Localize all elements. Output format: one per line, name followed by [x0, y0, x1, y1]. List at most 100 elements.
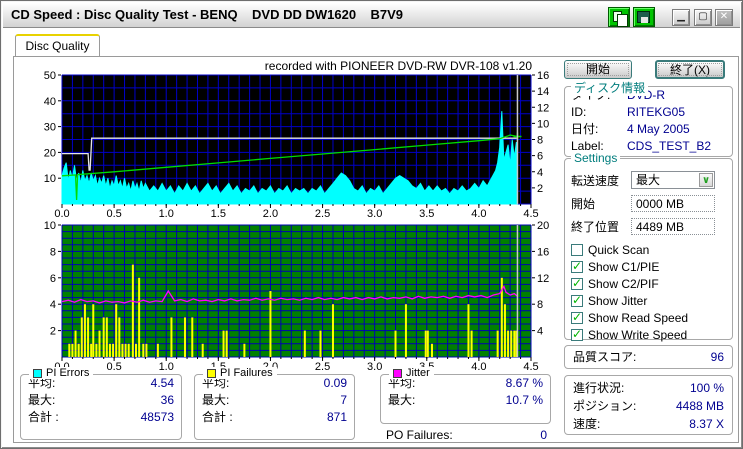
po-failures-value: 0	[540, 428, 547, 442]
svg-text:1.0: 1.0	[159, 208, 174, 220]
copy-button[interactable]	[608, 7, 630, 27]
svg-text:2.5: 2.5	[315, 208, 330, 220]
app-window: CD Speed : Disc Quality Test - BENQ DVD …	[0, 0, 743, 449]
checkbox-icon	[571, 259, 583, 273]
jitter-statbox: Jitter 平均: 8.67 % 最大: 10.7 %	[380, 367, 551, 424]
pi-failures-swatch-icon	[207, 368, 216, 378]
svg-text:40: 40	[44, 96, 56, 108]
start-position-input[interactable]	[631, 195, 715, 212]
end-position-input[interactable]	[631, 218, 715, 235]
progress-row: ポジション: 4488 MB	[573, 399, 724, 413]
quality-score-value: 96	[710, 350, 724, 364]
show-jitter-checkbox[interactable]: Show Jitter	[565, 293, 732, 309]
start-position-label: 開始	[571, 197, 596, 211]
jitter-swatch-icon	[393, 368, 402, 378]
stat-row: 合計 :871	[202, 410, 347, 424]
svg-text:8: 8	[537, 299, 543, 311]
svg-text:4: 4	[537, 326, 543, 338]
svg-text:2: 2	[537, 183, 543, 195]
control-panel: 開始 終了(X) ディスク情報 タイプ:DVD-R ID:RITEKG05 日付…	[564, 57, 737, 443]
svg-text:12: 12	[537, 273, 549, 285]
svg-text:4: 4	[50, 299, 56, 311]
svg-text:20: 20	[44, 147, 56, 159]
titlebar: CD Speed : Disc Quality Test - BENQ DVD …	[3, 3, 740, 28]
transfer-speed-select[interactable]: 最大 ∨	[631, 171, 715, 189]
disc-info-groupbox: ディスク情報 タイプ:DVD-R ID:RITEKG05 日付:4 May 20…	[564, 79, 733, 157]
end-position-label: 終了位置	[571, 220, 620, 234]
svg-text:4.5: 4.5	[523, 208, 538, 220]
stat-row: 合計 :48573	[28, 410, 174, 424]
save-button[interactable]	[633, 7, 655, 27]
svg-text:14: 14	[537, 86, 549, 98]
svg-text:20: 20	[537, 220, 549, 232]
copy-pages-icon	[613, 11, 628, 27]
svg-text:16: 16	[537, 70, 549, 82]
po-failures-row: PO Failures: 0	[386, 428, 547, 442]
minimize-button[interactable]: ▁	[672, 9, 690, 26]
checkbox-icon	[571, 244, 583, 256]
show-c2-pif-checkbox[interactable]: Show C2/PIF	[565, 276, 732, 292]
svg-text:10: 10	[537, 118, 549, 130]
svg-text:30: 30	[44, 122, 56, 134]
svg-text:3.0: 3.0	[367, 361, 382, 373]
pi-errors-statbox: PI Errors 平均: 4.54 最大: 36 合計 :48573	[20, 367, 182, 440]
chevron-down-icon[interactable]: ∨	[699, 173, 713, 187]
svg-text:4.0: 4.0	[471, 361, 486, 373]
pi-errors-legend-label: PI Errors	[46, 367, 90, 379]
checkbox-icon	[571, 293, 583, 307]
svg-text:2.0: 2.0	[263, 208, 278, 220]
svg-text:12: 12	[537, 102, 549, 114]
svg-text:0.5: 0.5	[106, 361, 121, 373]
pi-failures-legend-label: PI Failures	[220, 367, 273, 379]
po-failures-label: PO Failures:	[386, 428, 453, 442]
checkbox-icon	[571, 276, 583, 290]
svg-text:8: 8	[50, 246, 56, 258]
show-write-speed-checkbox[interactable]: Show Write Speed	[565, 327, 732, 343]
svg-text:4: 4	[537, 167, 543, 179]
disc-info-row: ID: RITEKG05	[571, 105, 686, 119]
close-button[interactable]: ✕	[715, 9, 733, 26]
svg-text:6: 6	[537, 151, 543, 163]
progress-row: 進行状況: 100 %	[573, 381, 724, 395]
start-button[interactable]: 開始	[564, 60, 632, 79]
jitter-legend-label: Jitter	[406, 367, 430, 379]
settings-title: Settings	[571, 151, 621, 165]
stat-row: 最大: 10.7 %	[388, 393, 543, 407]
show-read-speed-checkbox[interactable]: Show Read Speed	[565, 310, 732, 326]
svg-text:4.5: 4.5	[523, 361, 538, 373]
client-area: Disc Quality recorded with PIONEER DVD-R…	[4, 29, 739, 445]
window-title: CD Speed : Disc Quality Test - BENQ DVD …	[11, 7, 404, 22]
disc-info-row: 日付: 4 May 2005	[571, 122, 690, 136]
checkbox-icon	[571, 310, 583, 324]
progress-row: 速度: 8.37 X	[573, 417, 724, 431]
svg-text:2: 2	[50, 326, 56, 338]
stat-row: 最大: 36	[28, 393, 174, 407]
svg-text:1.5: 1.5	[211, 208, 226, 220]
quality-score-label: 品質スコア:	[573, 350, 637, 364]
checkbox-icon	[571, 327, 583, 341]
svg-text:0.0: 0.0	[54, 208, 69, 220]
quality-charts: 10 20 30 40 50 2 4 6 8 10 12 14 16 0.0 0.5 1.0 1.5 2.0 2.5…	[44, 70, 550, 373]
transfer-speed-label: 転送速度	[571, 173, 620, 188]
svg-text:10: 10	[44, 220, 56, 232]
svg-text:4.0: 4.0	[471, 208, 486, 220]
pi-errors-swatch-icon	[33, 368, 42, 378]
quality-score-box: 品質スコア: 96	[564, 345, 733, 369]
svg-text:1.0: 1.0	[159, 361, 174, 373]
svg-text:16: 16	[537, 246, 549, 258]
disc-quality-pane: recorded with PIONEER DVD-RW DVR-108 v1.…	[13, 56, 739, 443]
disc-info-title: ディスク情報	[571, 79, 649, 96]
svg-text:3.5: 3.5	[419, 208, 434, 220]
show-c1-pie-checkbox[interactable]: Show C1/PIE	[565, 259, 732, 275]
settings-groupbox: Settings 転送速度 最大 ∨ 開始 終了位置	[564, 151, 733, 343]
exit-button[interactable]: 終了(X)	[655, 60, 725, 79]
floppy-disk-icon	[637, 11, 650, 23]
maximize-button[interactable]: ▢	[694, 9, 712, 26]
progress-box: 進行状況: 100 % ポジション: 4488 MB 速度: 8.37 X	[564, 375, 733, 435]
svg-text:50: 50	[44, 70, 56, 82]
svg-text:6: 6	[50, 273, 56, 285]
quick-scan-checkbox[interactable]: Quick Scan	[565, 242, 732, 258]
tab-disc-quality[interactable]: Disc Quality	[15, 34, 100, 57]
svg-text:0.5: 0.5	[106, 208, 121, 220]
svg-text:3.0: 3.0	[367, 208, 382, 220]
